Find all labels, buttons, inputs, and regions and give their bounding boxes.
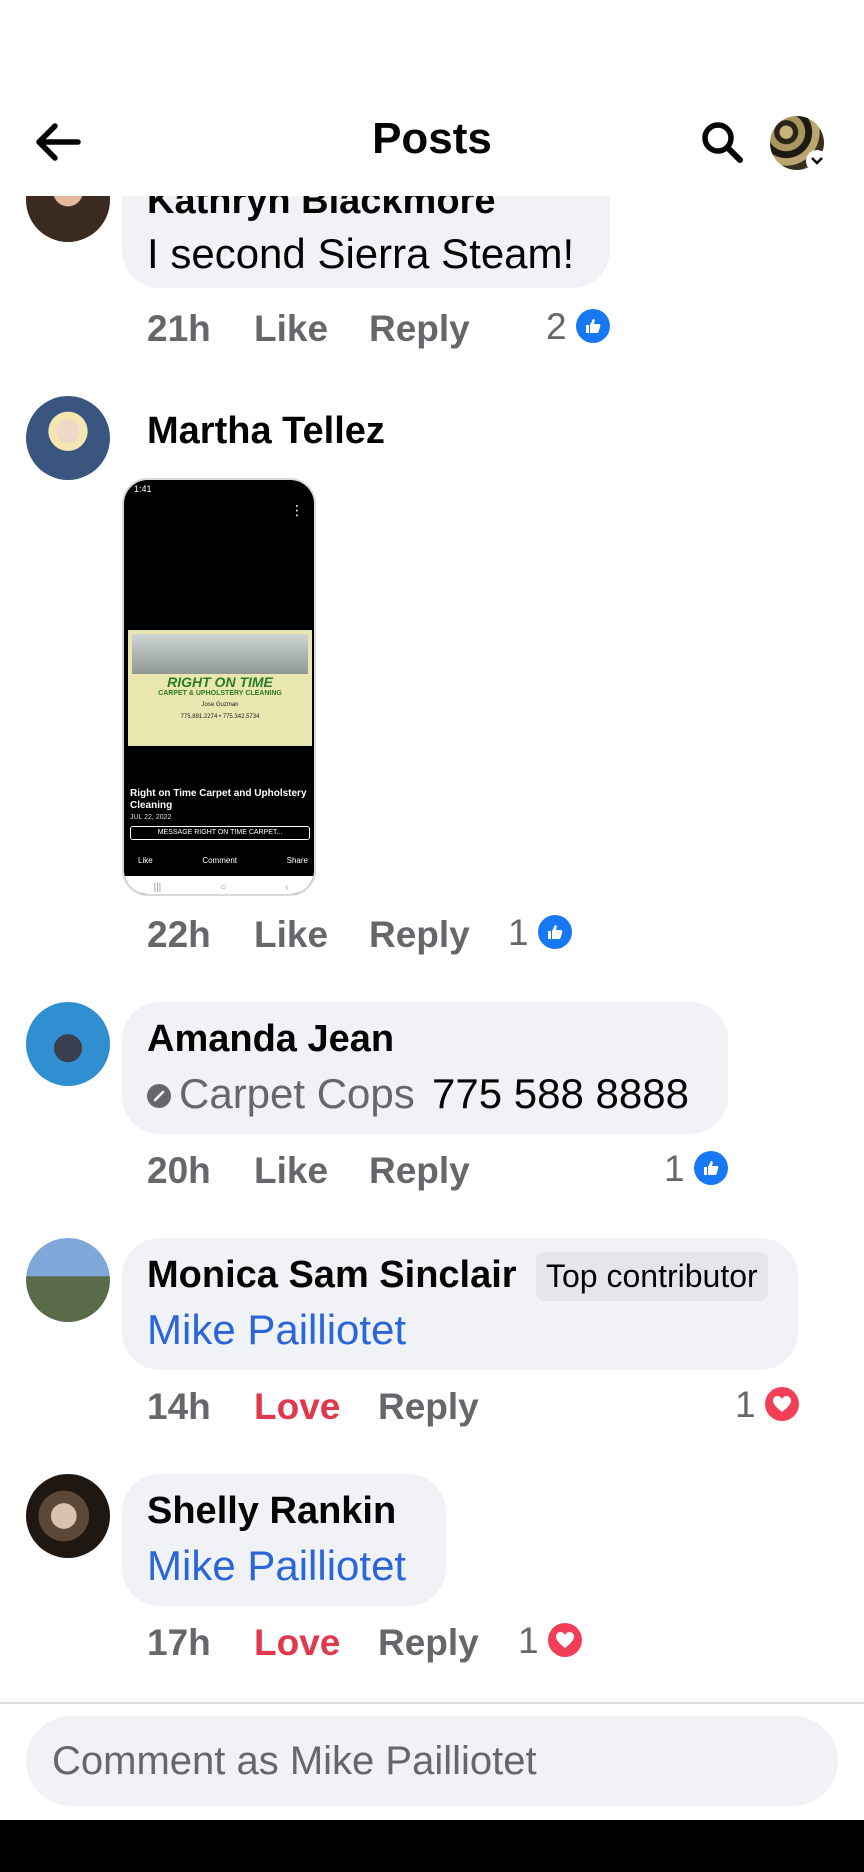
reaction-count[interactable]: 1 (735, 1384, 756, 1426)
screenshot-attachment[interactable]: 1:41 ⋮ RIGHT ON TIME CARPET & UPHOLSTERY… (122, 478, 316, 896)
comment-author[interactable]: Monica Sam Sinclair (147, 1254, 517, 1297)
card-owner: Jose Guzman (201, 702, 239, 708)
comment-input[interactable] (26, 1716, 838, 1806)
business-card-image: RIGHT ON TIME CARPET & UPHOLSTERY CLEANI… (128, 630, 312, 746)
attachment-post-title: Right on Time Carpet and Upholstery Clea… (130, 788, 307, 811)
reaction-count[interactable]: 1 (518, 1620, 539, 1662)
reaction-count[interactable]: 1 (508, 912, 529, 954)
card-brand: RIGHT ON TIME (167, 674, 273, 690)
avatar[interactable] (26, 1002, 110, 1086)
reply-button[interactable]: Reply (378, 1622, 479, 1664)
comment-time: 21h (147, 308, 211, 349)
heart-reaction-icon[interactable] (765, 1387, 799, 1421)
card-subtitle: CARPET & UPHOLSTERY CLEANING (158, 690, 282, 697)
comment-author[interactable]: Martha Tellez (147, 410, 385, 453)
composer-divider (0, 1702, 864, 1704)
attachment-actions: Like Comment Share (138, 856, 308, 865)
page-mention-icon (147, 1084, 171, 1108)
attachment-post-date: JUL 22, 2022 (130, 814, 172, 821)
more-options-icon: ⋮ (290, 502, 304, 518)
attachment-like: Like (138, 856, 153, 865)
avatar[interactable] (26, 1238, 110, 1322)
like-reaction-icon[interactable] (538, 915, 572, 949)
user-mention[interactable]: Mike Pailliotet (147, 1306, 406, 1354)
like-reaction-icon[interactable] (576, 309, 610, 343)
page-mention[interactable]: Carpet Cops (179, 1070, 415, 1118)
like-button[interactable]: Like (254, 914, 328, 956)
like-button[interactable]: Like (254, 308, 328, 350)
room-photo (132, 634, 308, 674)
attachment-message-button: MESSAGE RIGHT ON TIME CARPET... (130, 826, 310, 840)
user-mention[interactable]: Mike Pailliotet (147, 1542, 406, 1590)
heart-reaction-icon[interactable] (548, 1623, 582, 1657)
comment-time: 20h (147, 1150, 211, 1191)
reply-button[interactable]: Reply (369, 308, 470, 350)
like-reaction-icon[interactable] (694, 1151, 728, 1185)
reaction-count[interactable]: 2 (546, 306, 567, 348)
card-phones: 775.891.2274 • 775.342.5734 (180, 714, 260, 720)
comment-composer[interactable] (26, 1716, 838, 1806)
comment-time: 22h (147, 914, 211, 955)
home-icon: ○ (220, 881, 227, 893)
attachment-navbar: ||| ○ ‹ (124, 876, 314, 894)
reaction-count[interactable]: 1 (664, 1148, 685, 1190)
comment-author[interactable]: Amanda Jean (147, 1018, 394, 1061)
top-contributor-badge: Top contributor (536, 1252, 768, 1301)
reply-button[interactable]: Reply (369, 1150, 470, 1192)
comment-text: 775 588 8888 (432, 1070, 689, 1117)
avatar[interactable] (26, 1474, 110, 1558)
chevron-down-icon[interactable] (806, 150, 828, 172)
top-bar: Posts (0, 0, 864, 196)
back-icon: ‹ (285, 881, 289, 893)
reply-button[interactable]: Reply (369, 914, 470, 956)
comments-list: Kathryn Blackmore I second Sierra Steam!… (0, 196, 864, 1702)
recents-icon: ||| (153, 881, 162, 893)
comment-time: 14h (147, 1386, 211, 1427)
system-nav-bar (0, 1820, 864, 1872)
attachment-share: Share (286, 856, 308, 865)
search-icon[interactable] (694, 114, 750, 170)
avatar[interactable] (26, 196, 110, 242)
comment-author[interactable]: Shelly Rankin (147, 1490, 396, 1533)
attachment-comment: Comment (202, 856, 237, 865)
love-button[interactable]: Love (254, 1386, 340, 1428)
attachment-status-time: 1:41 (134, 484, 152, 494)
like-button[interactable]: Like (254, 1150, 328, 1192)
avatar[interactable] (26, 396, 110, 480)
reply-button[interactable]: Reply (378, 1386, 479, 1428)
comment-time: 17h (147, 1622, 211, 1663)
comment-text: I second Sierra Steam! (147, 230, 575, 277)
love-button[interactable]: Love (254, 1622, 340, 1664)
comment-author[interactable]: Kathryn Blackmore (147, 196, 495, 223)
